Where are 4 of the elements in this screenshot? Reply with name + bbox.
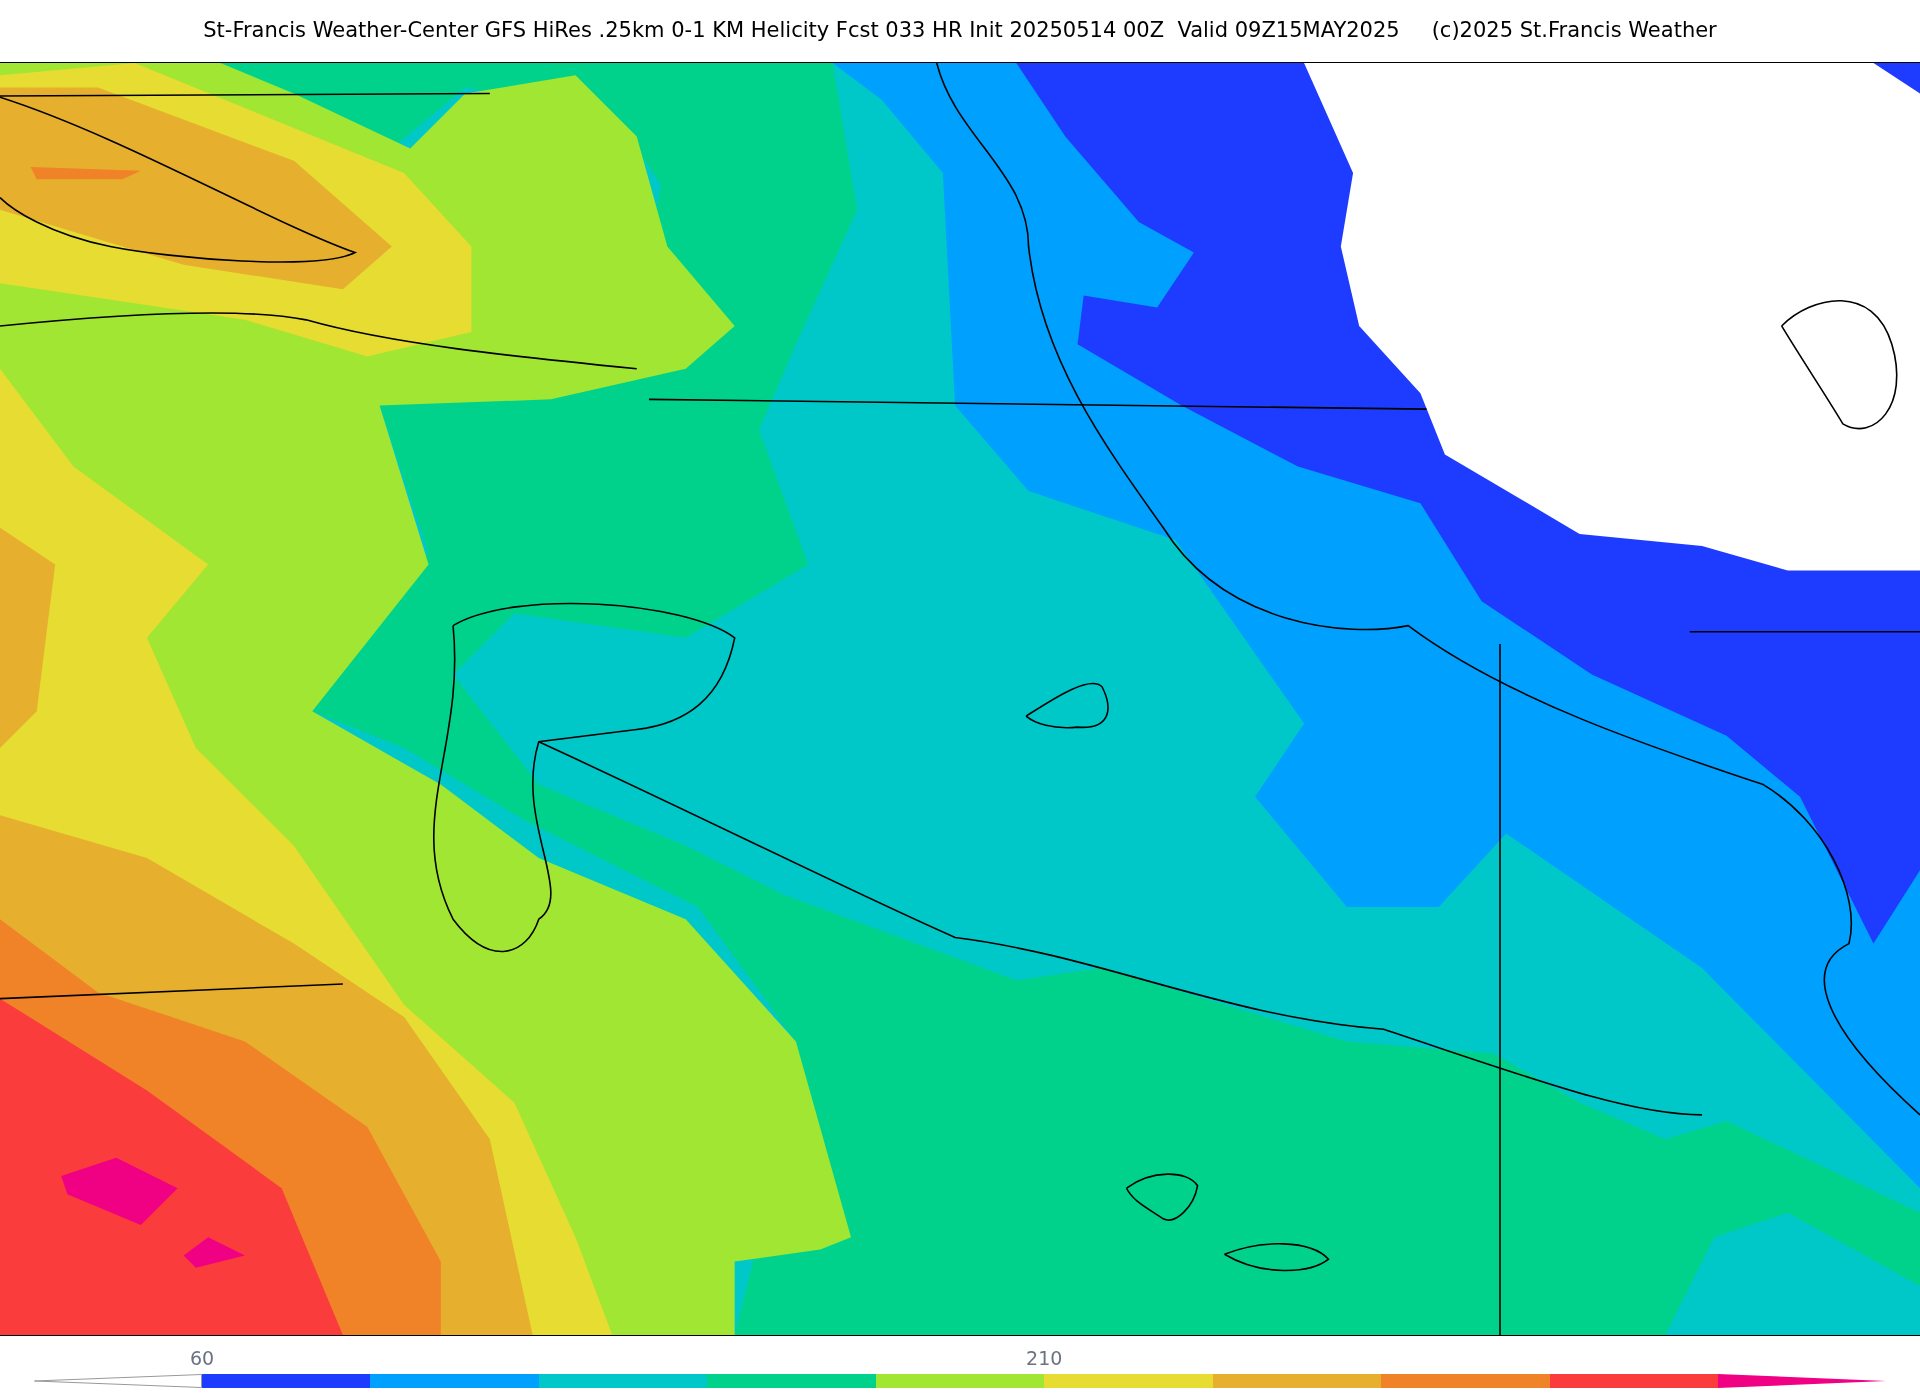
colorbar-tick-label: 60 (189, 1346, 215, 1371)
colorbar-tick-label: 210 (1026, 1346, 1063, 1371)
map-title: St-Francis Weather-Center GFS HiRes .25km 0-1 KM Helicity Fcst 033 HR Init 20250514 00Z Valid 09Z15MAY2025 (203, 17, 1400, 45)
copyright-text: (c)2025 St.Francis Weather (1431, 17, 1717, 45)
